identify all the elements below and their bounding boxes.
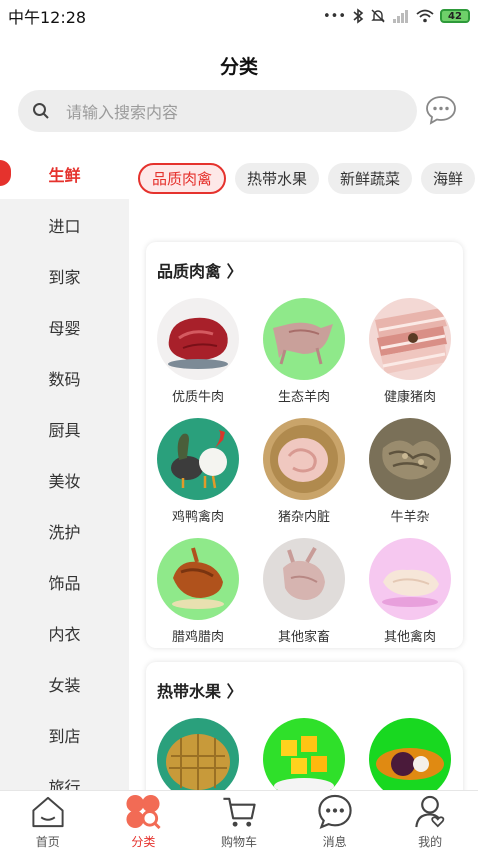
page-title: 分类 bbox=[219, 56, 258, 78]
durian-image bbox=[157, 718, 239, 790]
message-icon bbox=[317, 794, 352, 829]
grid-item-cured-meat[interactable]: 腊鸡腊肉 bbox=[148, 538, 248, 645]
status-bar: 中午12:28 ••• 42 bbox=[0, 0, 478, 32]
sidebar-item-in-store[interactable]: 到店 bbox=[0, 709, 129, 760]
grid-item-label: 猪杂内脏 bbox=[277, 510, 330, 525]
sidebar-item-kitchen[interactable]: 厨具 bbox=[0, 403, 129, 454]
grid-item-mangosteen[interactable] bbox=[360, 718, 460, 790]
category-content: 品质肉禽 热带水果 新鲜蔬菜 海鲜 品质肉禽 〉 优质牛肉 生态羊肉 健康猪肉 … bbox=[129, 148, 478, 790]
grid-item-label: 鸡鸭禽肉 bbox=[171, 510, 224, 525]
grid-item-other-livestock[interactable]: 其他家畜 bbox=[254, 538, 354, 645]
section-card-tropical-fruit: 热带水果 〉 bbox=[146, 662, 463, 790]
grid-item-mango[interactable] bbox=[254, 718, 354, 790]
section-title[interactable]: 热带水果 〉 bbox=[157, 678, 243, 702]
grid-item-durian[interactable] bbox=[148, 718, 248, 790]
bottom-tab-bar: 首页 分类 购物车 消息 我的 bbox=[0, 790, 478, 850]
pork-image bbox=[369, 298, 451, 380]
sidebar-item-baby[interactable]: 母婴 bbox=[0, 301, 129, 352]
cured-meat-image bbox=[157, 538, 239, 620]
grid-item-label: 牛羊杂 bbox=[390, 510, 430, 525]
tab-label: 消息 bbox=[322, 835, 347, 849]
beef-lamb-offal-image bbox=[369, 418, 451, 500]
other-poultry-image bbox=[369, 538, 451, 620]
grid-item-label: 优质牛肉 bbox=[171, 390, 224, 405]
sidebar-item-beauty[interactable]: 美妆 bbox=[0, 454, 129, 505]
grid-item-label: 健康猪肉 bbox=[383, 390, 436, 405]
grid-item-label: 其他家畜 bbox=[277, 630, 330, 645]
home-icon bbox=[32, 796, 64, 828]
sidebar-item-import[interactable]: 进口 bbox=[0, 199, 129, 250]
tab-label: 我的 bbox=[418, 835, 443, 849]
tab-label: 购物车 bbox=[220, 835, 257, 849]
user-icon bbox=[415, 795, 445, 828]
sidebar-item-digital[interactable]: 数码 bbox=[0, 352, 129, 403]
mute-bell-icon bbox=[371, 9, 385, 23]
poultry-image bbox=[157, 418, 239, 500]
grid-item-label: 腊鸡腊肉 bbox=[171, 630, 224, 645]
tab-messages[interactable]: 消息 bbox=[287, 791, 383, 850]
category-icon bbox=[126, 794, 161, 830]
sidebar-item-care[interactable]: 洗护 bbox=[0, 505, 129, 556]
search-icon bbox=[33, 103, 49, 119]
tab-home[interactable]: 首页 bbox=[0, 791, 96, 850]
status-time: 中午12:28 bbox=[8, 8, 87, 27]
other-livestock-image bbox=[263, 538, 345, 620]
section-title[interactable]: 品质肉禽 〉 bbox=[157, 258, 243, 282]
wifi-icon bbox=[416, 9, 434, 23]
chip-tropical-fruit[interactable]: 热带水果 bbox=[235, 163, 320, 194]
grid-item-offal[interactable]: 猪杂内脏 bbox=[254, 418, 354, 525]
more-dots-icon: ••• bbox=[322, 8, 346, 24]
search-placeholder[interactable]: 请输入搜索内容 bbox=[66, 99, 178, 123]
cart-icon bbox=[223, 797, 256, 827]
section-card-meat: 品质肉禽 〉 优质牛肉 生态羊肉 健康猪肉 鸡鸭禽肉 猪杂内脏 牛羊杂 腊鸡腊肉… bbox=[146, 242, 463, 648]
app-root: 中午12:28 ••• 42 分类 请输入搜索内容 生鲜 进口 到家 母婴 数码… bbox=[0, 0, 478, 850]
sidebar-item-home-delivery[interactable]: 到家 bbox=[0, 250, 129, 301]
sidebar-item-womens[interactable]: 女装 bbox=[0, 658, 129, 709]
lamb-image bbox=[263, 298, 345, 380]
grid-item-pork[interactable]: 健康猪肉 bbox=[360, 298, 460, 405]
subcategory-chips: 品质肉禽 热带水果 新鲜蔬菜 海鲜 bbox=[138, 163, 476, 194]
tab-cart[interactable]: 购物车 bbox=[191, 791, 287, 850]
chip-quality-meat[interactable]: 品质肉禽 bbox=[138, 163, 227, 194]
sidebar-item-jewelry[interactable]: 饰品 bbox=[0, 556, 129, 607]
grid-item-other-poultry[interactable]: 其他禽肉 bbox=[360, 538, 460, 645]
signal-icon bbox=[393, 10, 408, 23]
tab-label: 首页 bbox=[35, 835, 60, 849]
chip-fresh-vegetables[interactable]: 新鲜蔬菜 bbox=[328, 163, 413, 194]
mangosteen-image bbox=[369, 718, 451, 790]
sidebar-item-travel[interactable]: 旅行 bbox=[0, 760, 129, 791]
category-sidebar[interactable]: 生鲜 进口 到家 母婴 数码 厨具 美妆 洗护 饰品 内衣 女装 到店 旅行 bbox=[0, 148, 129, 790]
tab-label: 分类 bbox=[131, 835, 156, 849]
grid-item-label: 其他禽肉 bbox=[383, 630, 436, 645]
offal-image bbox=[263, 418, 345, 500]
bluetooth-icon bbox=[353, 8, 364, 24]
search-bar[interactable]: 请输入搜索内容 bbox=[18, 90, 417, 132]
beef-image bbox=[157, 298, 239, 380]
grid-item-beef[interactable]: 优质牛肉 bbox=[148, 298, 248, 405]
chip-seafood[interactable]: 海鲜 bbox=[421, 163, 476, 194]
sidebar-item-underwear[interactable]: 内衣 bbox=[0, 607, 129, 658]
message-bubble-icon[interactable] bbox=[425, 94, 457, 126]
grid-item-poultry[interactable]: 鸡鸭禽肉 bbox=[148, 418, 248, 525]
status-icons: ••• 42 bbox=[323, 8, 470, 24]
tab-category[interactable]: 分类 bbox=[96, 791, 192, 850]
mango-image bbox=[263, 718, 345, 790]
tab-profile[interactable]: 我的 bbox=[382, 791, 478, 850]
battery-icon: 42 bbox=[440, 9, 470, 23]
grid-item-lamb[interactable]: 生态羊肉 bbox=[254, 298, 354, 405]
grid-item-beef-lamb-offal[interactable]: 牛羊杂 bbox=[360, 418, 460, 525]
grid-item-label: 生态羊肉 bbox=[277, 390, 330, 405]
sidebar-item-fresh[interactable]: 生鲜 bbox=[0, 148, 129, 199]
